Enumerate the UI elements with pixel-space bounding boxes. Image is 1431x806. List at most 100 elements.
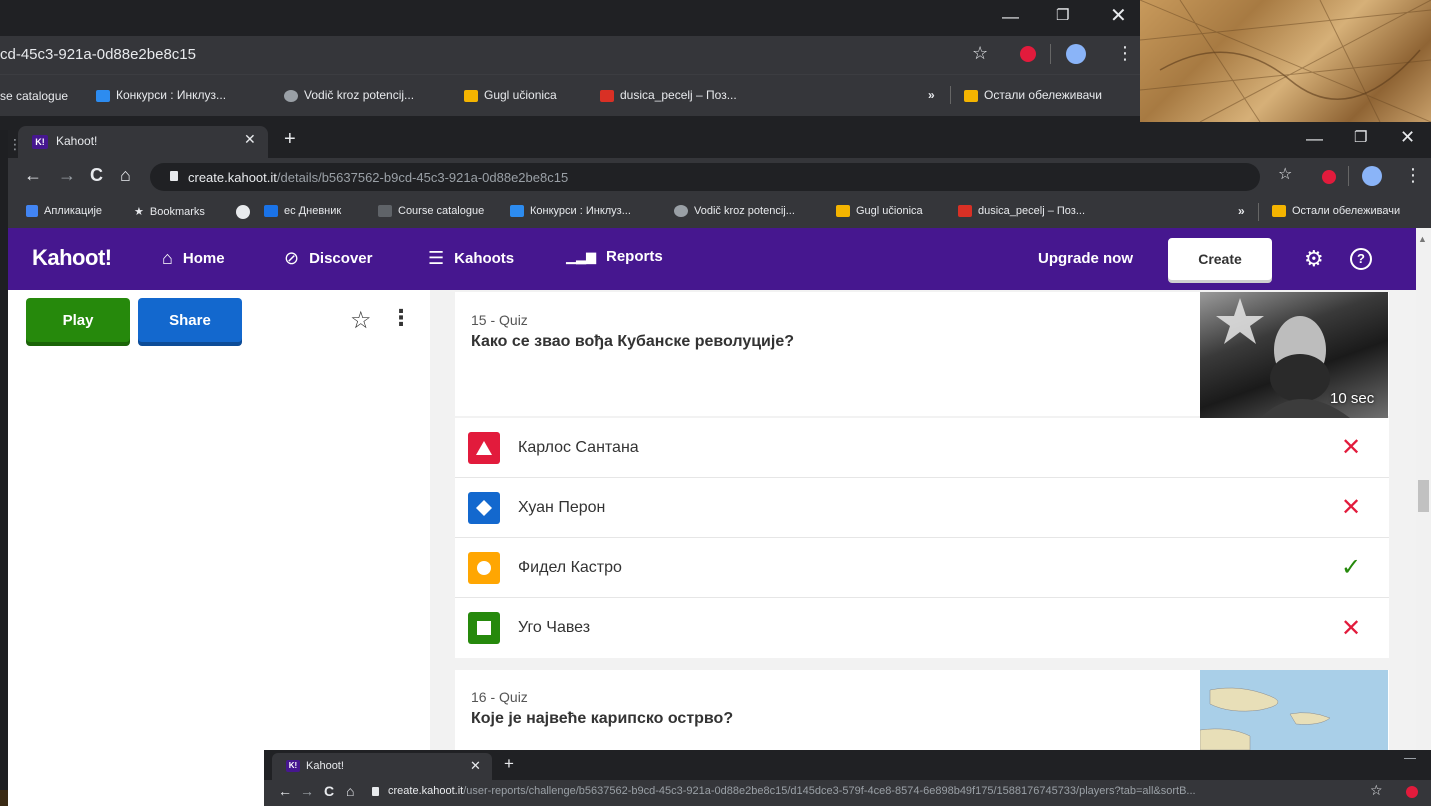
scroll-up-icon[interactable]: ▲ xyxy=(1418,234,1429,244)
answer-row: Хуан Перон ✕ xyxy=(455,478,1389,538)
compass-icon: ⊘ xyxy=(284,248,300,268)
profile-avatar[interactable] xyxy=(1066,44,1086,64)
correct-check-icon: ✓ xyxy=(1340,554,1362,581)
settings-gear-icon[interactable]: ⚙ xyxy=(1304,246,1324,272)
folder-icon xyxy=(964,89,978,102)
kahoot-logo[interactable]: Kahoot! xyxy=(32,245,112,271)
favorite-star-icon[interactable]: ☆ xyxy=(350,306,372,335)
back-arrow-icon[interactable]: ← xyxy=(278,783,292,799)
third-url[interactable]: create.kahoot.it/user-reports/challenge/… xyxy=(388,785,1358,797)
bookmark-course-catalogue[interactable]: Course catalogue xyxy=(378,205,484,218)
tab-title: Kahoot! xyxy=(306,760,344,772)
help-icon[interactable]: ? xyxy=(1350,248,1372,270)
answer-row: Фидел Кастро ✓ xyxy=(455,538,1389,598)
bookmark-vodic[interactable]: Vodič kroz potencij... xyxy=(674,205,795,218)
more-options-icon[interactable]: ⋮ xyxy=(390,305,412,331)
question-image xyxy=(1200,670,1388,750)
minimize-icon[interactable] xyxy=(1404,758,1416,759)
tab-kahoot-reports[interactable] xyxy=(272,753,492,780)
tab-close-icon[interactable]: ✕ xyxy=(470,758,481,774)
kahoot-details-panel xyxy=(8,290,430,806)
bookmark-item[interactable]: Gugl učionica xyxy=(464,88,557,102)
other-bookmarks[interactable]: Остали обележивачи xyxy=(1272,205,1400,218)
classroom-icon xyxy=(464,89,478,102)
restore-icon[interactable]: ❐ xyxy=(1354,130,1367,145)
bookmark-gmail[interactable]: dusica_pecelj – Поз... xyxy=(958,205,1085,218)
bookmark-item[interactable]: se catalogue xyxy=(0,89,68,103)
share-button[interactable]: Share xyxy=(138,298,242,342)
nav-kahoots[interactable]: ☰ Kahoots xyxy=(428,248,514,269)
bookmark-item[interactable]: Vodič kroz potencij... xyxy=(284,88,414,102)
star-icon[interactable]: ☆ xyxy=(972,44,988,62)
bookmarks-divider xyxy=(950,86,951,104)
upgrade-now-link[interactable]: Upgrade now xyxy=(1038,250,1133,267)
apps-grid-icon xyxy=(26,205,38,218)
gmail-icon xyxy=(958,205,972,218)
background-url[interactable]: cd-45c3-921a-0d88e2be8c15 xyxy=(0,46,196,63)
forward-arrow-icon[interactable]: → xyxy=(58,166,76,184)
folder-icon xyxy=(96,89,110,102)
tab-title: Kahoot! xyxy=(56,134,98,148)
close-icon[interactable]: ✕ xyxy=(1110,6,1127,26)
menu-dots-icon[interactable]: ⋮ xyxy=(1116,44,1134,62)
incorrect-x-icon: ✕ xyxy=(1340,434,1362,461)
background-titlebar xyxy=(0,0,1140,36)
scrollbar-thumb[interactable] xyxy=(1418,480,1429,512)
toolbar-divider xyxy=(1050,44,1051,64)
extension-icon[interactable] xyxy=(1406,786,1418,798)
guide-icon xyxy=(284,89,298,102)
new-tab-icon[interactable]: + xyxy=(504,754,514,774)
nav-home[interactable]: ⌂ Home xyxy=(162,248,225,269)
back-arrow-icon[interactable]: ← xyxy=(24,166,42,184)
circle-icon xyxy=(468,551,500,584)
bookmark-item[interactable]: Конкурси : Инклуз... xyxy=(96,88,226,102)
star-icon[interactable]: ☆ xyxy=(1370,782,1383,799)
minimize-icon[interactable]: — xyxy=(1002,8,1019,25)
bar-chart-icon: ▁▂▆ xyxy=(566,248,596,264)
incorrect-x-icon: ✕ xyxy=(1340,494,1362,521)
triangle-icon xyxy=(468,431,500,464)
bookmarks-overflow-icon[interactable]: » xyxy=(928,88,935,102)
ednevnik-icon xyxy=(264,205,278,218)
extension-icon[interactable] xyxy=(1020,46,1036,62)
star-icon[interactable]: ☆ xyxy=(1278,167,1292,183)
main-url[interactable]: create.kahoot.it/details/b5637562-b9cd-4… xyxy=(188,170,568,185)
question-number: 15 - Quiz xyxy=(471,312,528,328)
home-icon[interactable]: ⌂ xyxy=(120,166,131,184)
question-title: Које је највеће карипско острво? xyxy=(471,710,734,727)
bookmark-bookmarks[interactable]: ★ Bookmarks xyxy=(134,205,205,218)
answer-row: Уго Чавез ✕ xyxy=(455,598,1389,658)
restore-icon[interactable]: ❐ xyxy=(1056,8,1069,23)
nav-reports[interactable]: ▁▂▆ Reports xyxy=(566,248,663,265)
reload-icon[interactable]: C xyxy=(90,166,103,184)
forward-arrow-icon[interactable]: → xyxy=(300,783,314,799)
extension-icon[interactable] xyxy=(1322,170,1336,184)
answer-text: Уго Чавез xyxy=(518,619,591,636)
close-icon[interactable]: ✕ xyxy=(1400,128,1415,146)
create-button[interactable]: Create xyxy=(1168,238,1272,280)
page-scrollbar[interactable] xyxy=(1416,228,1431,806)
play-button[interactable]: Play xyxy=(26,298,130,342)
star-icon: ★ xyxy=(134,206,144,218)
desktop-wallpaper-map xyxy=(1140,0,1431,122)
bookmarks-overflow-icon[interactable]: » xyxy=(1238,204,1245,218)
bookmark-ednevnik[interactable]: ес Дневник xyxy=(264,205,341,218)
bookmark-konkursi[interactable]: Конкурси : Инклуз... xyxy=(510,205,631,218)
home-icon[interactable]: ⌂ xyxy=(346,783,354,799)
profile-avatar[interactable] xyxy=(1362,166,1382,186)
tab-close-icon[interactable]: ✕ xyxy=(244,131,256,148)
reload-icon[interactable]: C xyxy=(324,783,334,799)
globe-icon[interactable] xyxy=(236,205,250,219)
kahoot-favicon-icon: K! xyxy=(286,760,300,772)
graduation-cap-icon xyxy=(378,205,392,218)
nav-discover[interactable]: ⊘ Discover xyxy=(284,248,372,269)
minimize-icon[interactable]: — xyxy=(1306,130,1323,147)
toolbar-divider xyxy=(1348,166,1349,186)
bookmark-item[interactable]: dusica_pecelj – Поз... xyxy=(600,88,737,102)
bookmark-gugl-ucionica[interactable]: Gugl učionica xyxy=(836,205,923,218)
bookmark-apps[interactable]: Апликације xyxy=(26,205,102,218)
lock-icon xyxy=(372,787,379,796)
new-tab-icon[interactable]: + xyxy=(284,128,296,151)
menu-dots-icon[interactable]: ⋮ xyxy=(1404,166,1422,184)
other-bookmarks[interactable]: Остали обележивачи xyxy=(964,88,1102,102)
